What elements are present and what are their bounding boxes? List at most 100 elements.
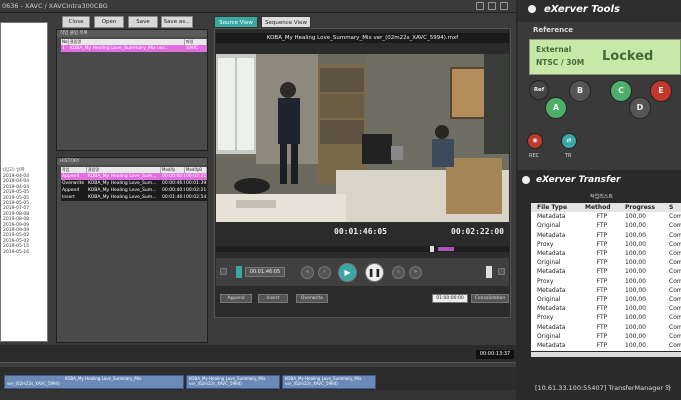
tr-icon[interactable]: ⇄ <box>561 133 577 149</box>
transfer-row[interactable]: Proxy FTP 100,00 Com <box>531 277 681 286</box>
list-item[interactable]: 2019-05-02 <box>3 233 29 238</box>
ref-button[interactable]: Ref <box>529 80 549 100</box>
open-button[interactable]: Open <box>94 16 124 28</box>
insert-button[interactable]: Insert <box>258 294 288 303</box>
table-row[interactable]: Overwrite KOBA_My Healing Love_Sum... 00:0… <box>61 180 207 187</box>
timecode-dropdown[interactable]: 01:00:00:00 <box>432 294 468 303</box>
consolidation-button[interactable]: Consolidation <box>471 294 509 303</box>
transfer-cell: FTP <box>596 213 608 221</box>
table-row[interactable]: Insert KOBA_My Healing Love_Sum... 00:01:4… <box>61 194 207 201</box>
table-row[interactable]: 1 KOBA_My Healing Love_Summary_Mix ver..… <box>61 45 207 52</box>
transfer-cell: FTP <box>596 268 608 276</box>
tr-label: TR <box>565 153 572 159</box>
exerver-logo-icon <box>528 5 536 13</box>
list-item[interactable]: 2019-04-04 <box>3 179 29 184</box>
append-button[interactable]: Append <box>220 294 252 303</box>
mark-in-icon[interactable] <box>236 266 242 278</box>
transfer-cell: Com <box>669 323 681 331</box>
transfer-cell: Proxy <box>537 277 554 285</box>
transfer-row[interactable]: Metadata FTP 100,00 Com <box>531 304 681 313</box>
channel-d-button[interactable]: D <box>629 97 651 119</box>
rec-icon[interactable]: ◉ <box>527 133 543 149</box>
transfer-row[interactable]: Metadata FTP 100,00 Com <box>531 249 681 258</box>
list-item[interactable]: 2019-05-15 <box>3 244 29 249</box>
transfer-cell: FTP <box>596 342 608 349</box>
transfer-row[interactable]: Original FTP 100,00 Com <box>531 221 681 230</box>
transfer-row[interactable]: Proxy FTP 100,00 Com <box>531 240 681 249</box>
transfer-row[interactable]: Original FTP 100,00 Com <box>531 295 681 304</box>
transfer-row[interactable]: Original FTP 100,00 Com <box>531 332 681 341</box>
history-panel: HISTORY 작업 클립명 Modify ModifyB Append KOBA… <box>56 157 208 343</box>
timeline-clip[interactable]: KOBA_My Healing Love_Summary_Mix ver_(02… <box>4 375 184 389</box>
list-item[interactable]: 2019-07-07 <box>3 206 29 211</box>
transfer-row[interactable]: Proxy FTP 100,00 Com <box>531 313 681 322</box>
history-cell-m2: 00:02:21:59 <box>186 174 207 179</box>
timeline-clip-label: KOBA_My Healing Love_Summary_Mix ver_(02… <box>7 376 142 386</box>
timecode-field[interactable]: 00:01:46:05 <box>245 267 285 277</box>
tab-source-view[interactable]: Source View <box>214 16 258 28</box>
list-item[interactable]: 2019-09-09 <box>3 223 29 228</box>
play-icon[interactable]: ▶ <box>338 263 357 282</box>
list-item[interactable]: 2019-05-05 <box>3 190 29 195</box>
file-list-panel[interactable]: (입고) 날짜 2019-04-04 2019-04-04 2019-04-04 20… <box>0 22 48 342</box>
transfer-row[interactable]: Metadata FTP 100,00 Com <box>531 231 681 240</box>
transfer-cell: Com <box>669 240 681 248</box>
table-row[interactable]: Append KOBA_My Healing Love_Sum... 00:00:4… <box>61 187 207 194</box>
fast-forward-icon[interactable]: » <box>409 266 422 279</box>
playhead[interactable] <box>430 246 434 252</box>
table-row[interactable]: Append KOBA_My Healing Love_Sum... 00:00:0… <box>61 173 207 180</box>
transfer-cell: Com <box>669 277 681 285</box>
history-cell-m2: 00:01:39:44 <box>186 181 207 186</box>
transfer-cell: Com <box>669 305 681 313</box>
timeline-clip[interactable]: KOBA_My Healing Love_Summary_Mix ver_(02… <box>282 375 376 389</box>
history-cell-op: Append <box>62 188 80 193</box>
pause-icon[interactable]: ❚❚ <box>365 263 384 282</box>
step-forward-icon[interactable]: › <box>392 266 405 279</box>
mark-out-icon[interactable] <box>486 266 492 278</box>
channel-b-button[interactable]: B <box>569 80 591 102</box>
timeline-ruler[interactable] <box>0 362 516 367</box>
channel-e-button[interactable]: E <box>650 80 672 102</box>
tab-sequence-view[interactable]: Sequence View <box>261 16 311 28</box>
tools-title: eXerver Tools <box>544 4 620 15</box>
transfer-row[interactable]: Original FTP 100,00 Com <box>531 258 681 267</box>
transfer-row[interactable]: Metadata FTP 100,00 Com <box>531 267 681 276</box>
minimize-icon[interactable] <box>488 2 496 10</box>
scrub-bar[interactable] <box>216 246 509 252</box>
channel-a-button[interactable]: A <box>545 97 567 119</box>
transfer-row[interactable]: Metadata FTP 100,00 Com <box>531 323 681 332</box>
prev-frame-icon[interactable] <box>220 268 227 275</box>
transfer-table[interactable]: File Type Method Progress S Metadata FTP 1… <box>531 203 681 358</box>
next-frame-icon[interactable] <box>498 268 505 275</box>
transfer-cell: 100,00 <box>625 259 646 267</box>
maximize-icon[interactable] <box>500 2 508 10</box>
channel-c-button[interactable]: C <box>610 80 632 102</box>
transfer-row[interactable]: Metadata FTP 100,00 Com <box>531 286 681 295</box>
transfer-cell: FTP <box>596 305 608 313</box>
transfer-row[interactable]: Metadata FTP 100,00 Com <box>531 212 681 221</box>
history-cell-op: Append <box>62 174 80 179</box>
save-button[interactable]: Save <box>128 16 158 28</box>
timeline-clip[interactable]: KOBA_My Healing Love_Summary_Mix ver_(02… <box>186 375 280 389</box>
save-as-button[interactable]: Save as... <box>161 16 193 28</box>
transfer-cell: Com <box>669 268 681 276</box>
bin-panel-title: 작업 클립 목록 <box>57 30 207 37</box>
video-frame[interactable] <box>216 54 509 222</box>
step-back-icon[interactable]: ‹ <box>318 266 331 279</box>
rewind-icon[interactable]: « <box>301 266 314 279</box>
list-item[interactable]: 2019-05-16 <box>3 250 29 255</box>
history-cell-m2: 00:02:54:04 <box>186 195 207 200</box>
settings-icon[interactable] <box>476 2 484 10</box>
reference-status: External NTSC / 30M Locked <box>529 39 681 75</box>
list-item[interactable]: 2019-05-05 <box>3 196 29 201</box>
close-button[interactable]: Close <box>62 16 90 28</box>
transfer-cell: Metadata <box>537 342 566 349</box>
transfer-cell: Metadata <box>537 286 566 294</box>
history-cell-name: KOBA_My Healing Love_Sum... <box>88 181 157 186</box>
transfer-scrollbar[interactable] <box>531 352 681 357</box>
overwrite-button[interactable]: Overwrite <box>296 294 328 303</box>
duration-timecode: 00:02:22:00 <box>451 227 504 236</box>
transfer-row[interactable]: Metadata FTP 100,00 Com <box>531 341 681 350</box>
timeline-clip-label: KOBA_My Healing Love_Summary_Mix ver_(02… <box>189 376 266 386</box>
list-item[interactable]: 2019-08-08 <box>3 217 29 222</box>
